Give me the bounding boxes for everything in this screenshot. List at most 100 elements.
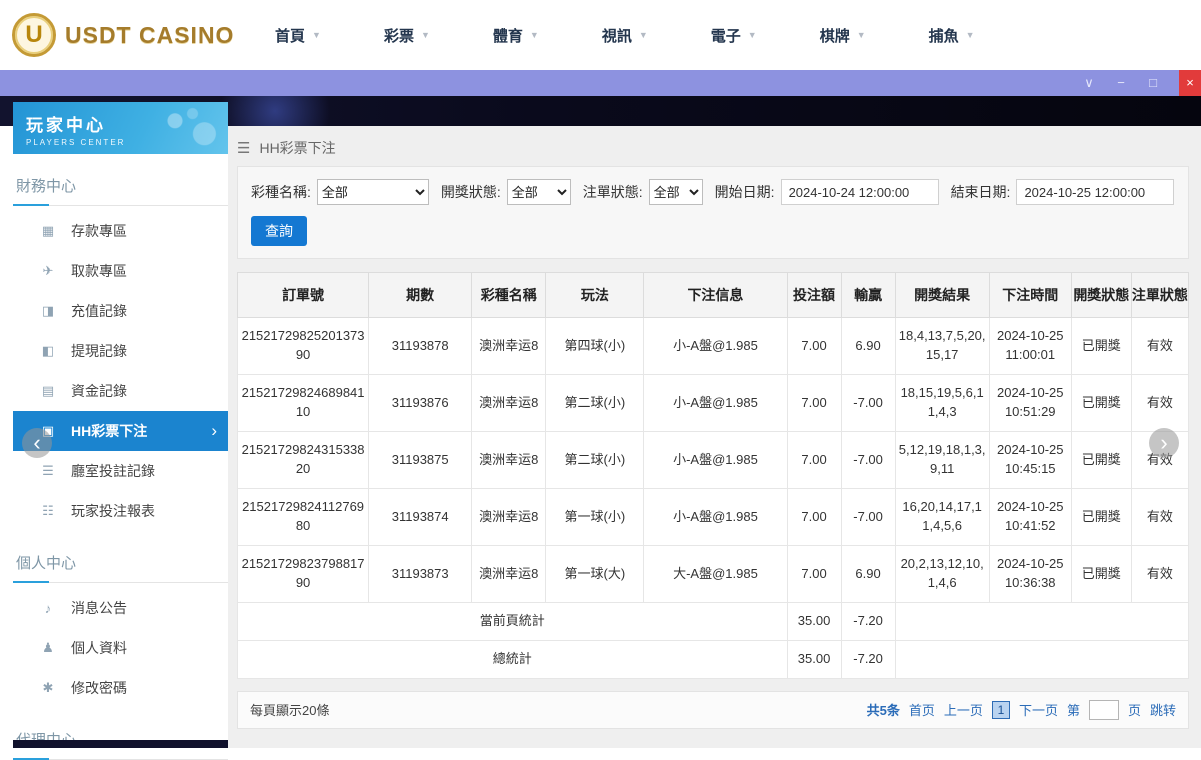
table-cell: 20,2,13,12,10,1,4,6 xyxy=(894,545,990,603)
sidebar-item-label: 消息公告 xyxy=(71,600,127,616)
filter-panel: 彩種名稱: 全部 開獎狀態: 全部 注單狀態: 全部 開始日期: 結束日期: 查… xyxy=(237,166,1189,259)
sidebar-subtitle: PLAYERS CENTER xyxy=(26,138,126,147)
chevron-down-icon: ▼ xyxy=(312,30,321,40)
search-button[interactable]: 查詢 xyxy=(251,216,307,246)
table-cell: 有效 xyxy=(1130,488,1190,546)
sidebar-item-deposit[interactable]: ▦ 存款專區 xyxy=(13,211,228,251)
sidebar-item-announcements[interactable]: ♪ 消息公告 xyxy=(13,588,228,628)
table-cell: -7.00 xyxy=(840,488,896,546)
sidebar-item-funds-record[interactable]: ▤ 資金記錄 xyxy=(13,371,228,411)
sidebar-item-player-bet-report[interactable]: ☷ 玩家投注報表 xyxy=(13,491,228,531)
nav-item-board-games[interactable]: 棋牌 ▼ xyxy=(820,25,866,46)
chevron-down-icon: ▼ xyxy=(965,30,975,40)
maximize-button[interactable]: □ xyxy=(1145,70,1161,96)
nav-item-lottery[interactable]: 彩票 ▼ xyxy=(384,25,430,46)
scroll-left-button[interactable]: ‹ xyxy=(22,428,52,458)
nav-item-sports[interactable]: 體育 ▼ xyxy=(493,25,539,46)
table-cell: 7.00 xyxy=(786,488,842,546)
nav-item-slots[interactable]: 電子 ▼ xyxy=(711,25,757,46)
gear-icon: ✱ xyxy=(42,680,54,695)
logo-text: USDT CASINO xyxy=(65,21,235,48)
table-cell: 2024-10-25 11:00:01 xyxy=(988,317,1072,375)
next-page-link[interactable]: 下一页 xyxy=(1019,700,1058,719)
sidebar-item-withdrawal-record[interactable]: ◧ 提現記錄 xyxy=(13,331,228,371)
end-date-label: 結束日期: xyxy=(950,184,1011,200)
table-cell: 2024-10-25 10:51:29 xyxy=(988,374,1072,432)
table-cell: 大-A盤@1.985 xyxy=(643,545,788,603)
first-page-link[interactable]: 首页 xyxy=(909,700,935,719)
summary-bet-total: 35.00 xyxy=(786,639,842,679)
main-nav: 首頁 ▼ 彩票 ▼ 體育 ▼ 視訊 ▼ 電子 ▼ 棋牌 ▼ 捕魚 ▼ xyxy=(275,25,975,46)
minimize-button[interactable]: − xyxy=(1113,70,1129,96)
sidebar-item-room-bet-records[interactable]: ☰ 廳室投註記錄 xyxy=(13,451,228,491)
table-header-cell: 期數 xyxy=(368,272,473,318)
nav-item-home[interactable]: 首頁 ▼ xyxy=(275,25,321,46)
page-jump-input[interactable] xyxy=(1088,699,1119,720)
sidebar-item-withdraw[interactable]: ✈ 取款專區 xyxy=(13,251,228,291)
menu-icon[interactable]: ☰ xyxy=(237,139,250,157)
close-button[interactable]: × xyxy=(1179,70,1201,96)
pagination-bar: 每頁顯示20條 共5条 首页 上一页 1 下一页 第 页 跳转 xyxy=(237,690,1189,729)
chevron-down-icon[interactable]: ∨ xyxy=(1081,70,1097,96)
page-size-text: 每頁顯示20條 xyxy=(250,703,330,719)
sidebar-item-change-password[interactable]: ✱ 修改密碼 xyxy=(13,668,228,708)
room-bet-record-icon: ☰ xyxy=(42,463,54,478)
nav-item-label: 彩票 xyxy=(383,27,414,45)
table-cell: 已開獎 xyxy=(1070,317,1132,375)
sidebar-footer-strip xyxy=(13,740,228,748)
bet-status-select[interactable]: 全部 xyxy=(648,179,703,205)
logo-icon: U xyxy=(12,13,56,57)
table-cell: 6.90 xyxy=(840,545,896,603)
lottery-name-select[interactable]: 全部 xyxy=(316,179,429,205)
current-page-indicator[interactable]: 1 xyxy=(991,700,1010,719)
start-date-input[interactable] xyxy=(780,179,939,205)
table-cell: 7.00 xyxy=(786,431,842,489)
sidebar-item-recharge-record[interactable]: ◨ 充值記錄 xyxy=(13,291,228,331)
sidebar-item-profile[interactable]: ♟ 個人資料 xyxy=(13,628,228,668)
table-cell: 2152172982468984110 xyxy=(236,374,370,432)
table-row: 2152172982379881790 31193873 澳洲幸运8 第一球(大) 大-… xyxy=(236,545,1190,603)
table-cell: 31193878 xyxy=(368,317,473,375)
draw-status-label: 開獎狀態: xyxy=(440,184,501,200)
table-cell: -7.00 xyxy=(840,374,896,432)
summary-label: 當前頁統計 xyxy=(237,602,788,641)
nav-item-fishing[interactable]: 捕魚 ▼ xyxy=(929,25,975,46)
table-cell: 已開獎 xyxy=(1070,374,1132,432)
end-date-input[interactable] xyxy=(1016,179,1175,205)
chevron-left-icon: ‹ xyxy=(33,430,41,455)
table-cell: 2024-10-25 10:41:52 xyxy=(988,488,1072,546)
bets-table: 訂單號 期數 彩種名稱 玩法 下注信息 投注額 輸贏 開獎結果 下注時間 開獎狀… xyxy=(236,272,1190,679)
scroll-right-button[interactable]: › xyxy=(1149,428,1179,458)
page-body: 玩家中心 PLAYERS CENTER 財務中心 ▦ 存款專區 ✈ 取款專區 ◨… xyxy=(0,102,1201,760)
table-header-cell: 下注時間 xyxy=(988,272,1072,318)
logo[interactable]: U USDT CASINO xyxy=(0,13,245,57)
page-summary-row: 當前頁統計 35.00 -7.20 xyxy=(237,602,1190,641)
sidebar-item-label: 玩家投注報表 xyxy=(71,503,155,519)
nav-item-label: 捕魚 xyxy=(928,27,959,45)
summary-label: 總統計 xyxy=(237,639,788,679)
nav-item-live-video[interactable]: 視訊 ▼ xyxy=(602,25,648,46)
person-icon: ♟ xyxy=(42,640,54,655)
table-cell: 2152172982379881790 xyxy=(236,545,370,603)
table-cell: 有效 xyxy=(1130,545,1190,603)
table-cell: 第一球(小) xyxy=(545,488,645,546)
sidebar-item-label: 充值記錄 xyxy=(71,303,127,319)
grand-summary-row: 總統計 35.00 -7.20 xyxy=(237,639,1190,679)
table-cell: 2024-10-25 10:45:15 xyxy=(988,431,1072,489)
table-cell: 16,20,14,17,11,4,5,6 xyxy=(894,488,990,546)
table-cell: 有效 xyxy=(1130,317,1190,375)
table-cell: 第二球(小) xyxy=(545,431,645,489)
draw-status-select[interactable]: 全部 xyxy=(506,179,571,205)
page-jump-button[interactable]: 跳转 xyxy=(1150,700,1176,719)
table-cell: 小-A盤@1.985 xyxy=(643,488,788,546)
table-cell: 小-A盤@1.985 xyxy=(643,431,788,489)
table-cell: 7.00 xyxy=(786,317,842,375)
table-cell: 18,15,19,5,6,11,4,3 xyxy=(894,374,990,432)
sidebar-item-label: 存款專區 xyxy=(71,223,127,239)
withdrawal-record-icon: ◧ xyxy=(41,343,55,358)
top-navigation-bar: U USDT CASINO 首頁 ▼ 彩票 ▼ 體育 ▼ 視訊 ▼ 電子 ▼ 棋… xyxy=(0,0,1201,70)
deposit-icon: ▦ xyxy=(41,223,55,238)
table-header-cell: 玩法 xyxy=(545,272,645,318)
prev-page-link[interactable]: 上一页 xyxy=(944,700,983,719)
table-cell: 澳洲幸运8 xyxy=(471,431,547,489)
